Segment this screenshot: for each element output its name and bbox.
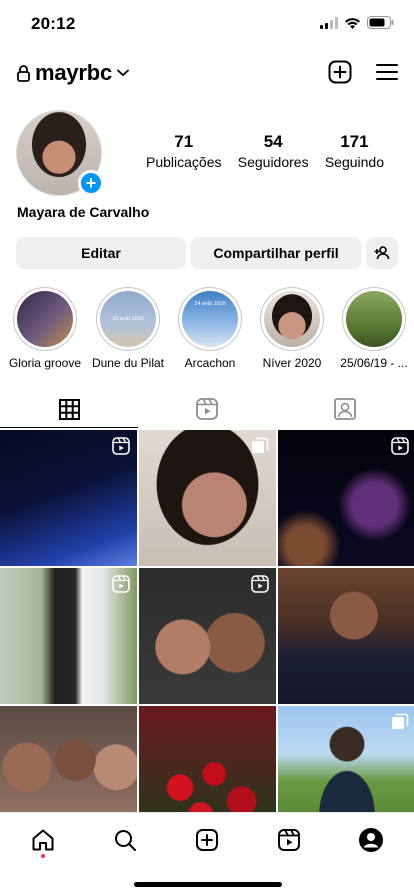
username: mayrbc xyxy=(35,60,113,85)
reels-badge-icon xyxy=(112,437,130,455)
post-tile[interactable] xyxy=(139,430,276,566)
status-bar: 20:12 xyxy=(0,0,414,48)
highlight-cover xyxy=(17,291,73,347)
stat-value: 171 xyxy=(340,132,369,151)
stat-value: 71 xyxy=(174,132,194,151)
reels-badge-icon xyxy=(112,575,130,593)
chevron-down-icon xyxy=(117,69,129,77)
profile-icon xyxy=(359,828,383,852)
highlight-ring xyxy=(260,287,324,351)
stat-label: Seguidores xyxy=(237,154,309,170)
stat-label: Publicações xyxy=(146,154,222,170)
discover-people-button[interactable] xyxy=(366,237,398,269)
profile-header: mayrbc xyxy=(0,56,414,92)
add-story-badge[interactable]: + xyxy=(78,170,104,196)
edit-profile-button[interactable]: Editar xyxy=(16,237,186,269)
highlight-cover xyxy=(346,291,402,347)
highlight-item[interactable]: Níver 2020 xyxy=(252,287,332,370)
account-switcher[interactable]: mayrbc xyxy=(17,60,129,86)
plus-icon: + xyxy=(85,173,97,193)
highlight-ring xyxy=(13,287,77,351)
status-time: 20:12 xyxy=(31,14,76,33)
header-actions xyxy=(328,60,398,84)
home-icon xyxy=(32,829,54,851)
nav-create[interactable] xyxy=(192,825,222,855)
highlight-item[interactable]: 25/06/19 - ... xyxy=(334,287,414,370)
share-profile-button[interactable]: Compartilhar perfil xyxy=(191,237,361,269)
battery-icon xyxy=(367,16,394,29)
status-icons xyxy=(320,16,394,29)
cellular-signal-icon xyxy=(320,16,338,29)
highlight-overlay-text: 26 août 2020 xyxy=(112,316,144,322)
stat-posts[interactable]: 71 Publicações xyxy=(146,132,222,170)
profile-stats: 71 Publicações 54 Seguidores 171 Seguind… xyxy=(146,132,384,170)
highlight-ring: 26 août 2020 xyxy=(96,287,160,351)
reels-tab[interactable] xyxy=(138,390,276,428)
highlight-ring xyxy=(342,287,406,351)
highlight-cover xyxy=(264,291,320,347)
reels-icon xyxy=(196,398,218,420)
reels-badge-icon xyxy=(251,575,269,593)
post-tile[interactable] xyxy=(0,430,137,566)
new-post-icon[interactable] xyxy=(328,60,352,84)
add-person-icon xyxy=(374,246,390,260)
highlight-item[interactable]: 24 août 2020 Arcachon xyxy=(170,287,250,370)
menu-icon[interactable] xyxy=(376,63,398,81)
reels-icon xyxy=(278,829,300,851)
carousel-badge-icon xyxy=(252,437,269,453)
nav-reels[interactable] xyxy=(274,825,304,855)
highlight-label: Gloria groove xyxy=(8,356,82,370)
lock-icon xyxy=(17,64,30,82)
profile-avatar-wrap[interactable]: + xyxy=(16,110,104,196)
highlight-label: 25/06/19 - ... xyxy=(340,356,408,370)
add-post-icon xyxy=(196,829,218,851)
notification-dot xyxy=(41,854,45,858)
tagged-icon xyxy=(334,398,356,420)
reels-badge-icon xyxy=(391,437,409,455)
grid-tab[interactable] xyxy=(0,390,138,428)
highlight-label: Dune du Pilat xyxy=(91,356,165,370)
stat-followers[interactable]: 54 Seguidores xyxy=(238,132,309,170)
profile-tabs xyxy=(0,390,414,428)
stat-following[interactable]: 171 Seguindo xyxy=(325,132,384,170)
highlight-cover: 24 août 2020 xyxy=(182,291,238,347)
highlight-cover: 26 août 2020 xyxy=(100,291,156,347)
stat-value: 54 xyxy=(263,132,283,151)
stat-label: Seguindo xyxy=(324,154,384,170)
grid-icon xyxy=(58,398,80,420)
wifi-icon xyxy=(345,17,360,29)
post-tile[interactable] xyxy=(139,568,276,704)
tagged-tab[interactable] xyxy=(276,390,414,428)
post-tile[interactable] xyxy=(0,568,137,704)
post-tile[interactable] xyxy=(278,568,414,704)
nav-search[interactable] xyxy=(110,825,140,855)
home-indicator xyxy=(134,882,282,887)
search-icon xyxy=(115,830,136,851)
carousel-badge-icon xyxy=(392,713,409,729)
posts-grid xyxy=(0,430,414,842)
story-highlights: Gloria groove 26 août 2020 Dune du Pilat… xyxy=(0,287,414,377)
profile-full-name: Mayara de Carvalho xyxy=(17,204,150,220)
highlight-item[interactable]: Gloria groove xyxy=(5,287,85,370)
nav-profile[interactable] xyxy=(356,825,386,855)
highlight-item[interactable]: 26 août 2020 Dune du Pilat xyxy=(88,287,168,370)
post-tile[interactable] xyxy=(278,430,414,566)
highlight-overlay-text: 24 août 2020 xyxy=(194,301,226,307)
highlight-label: Níver 2020 xyxy=(262,356,322,370)
highlight-label: Arcachon xyxy=(184,356,236,370)
highlight-ring: 24 août 2020 xyxy=(178,287,242,351)
nav-home[interactable] xyxy=(28,825,58,855)
